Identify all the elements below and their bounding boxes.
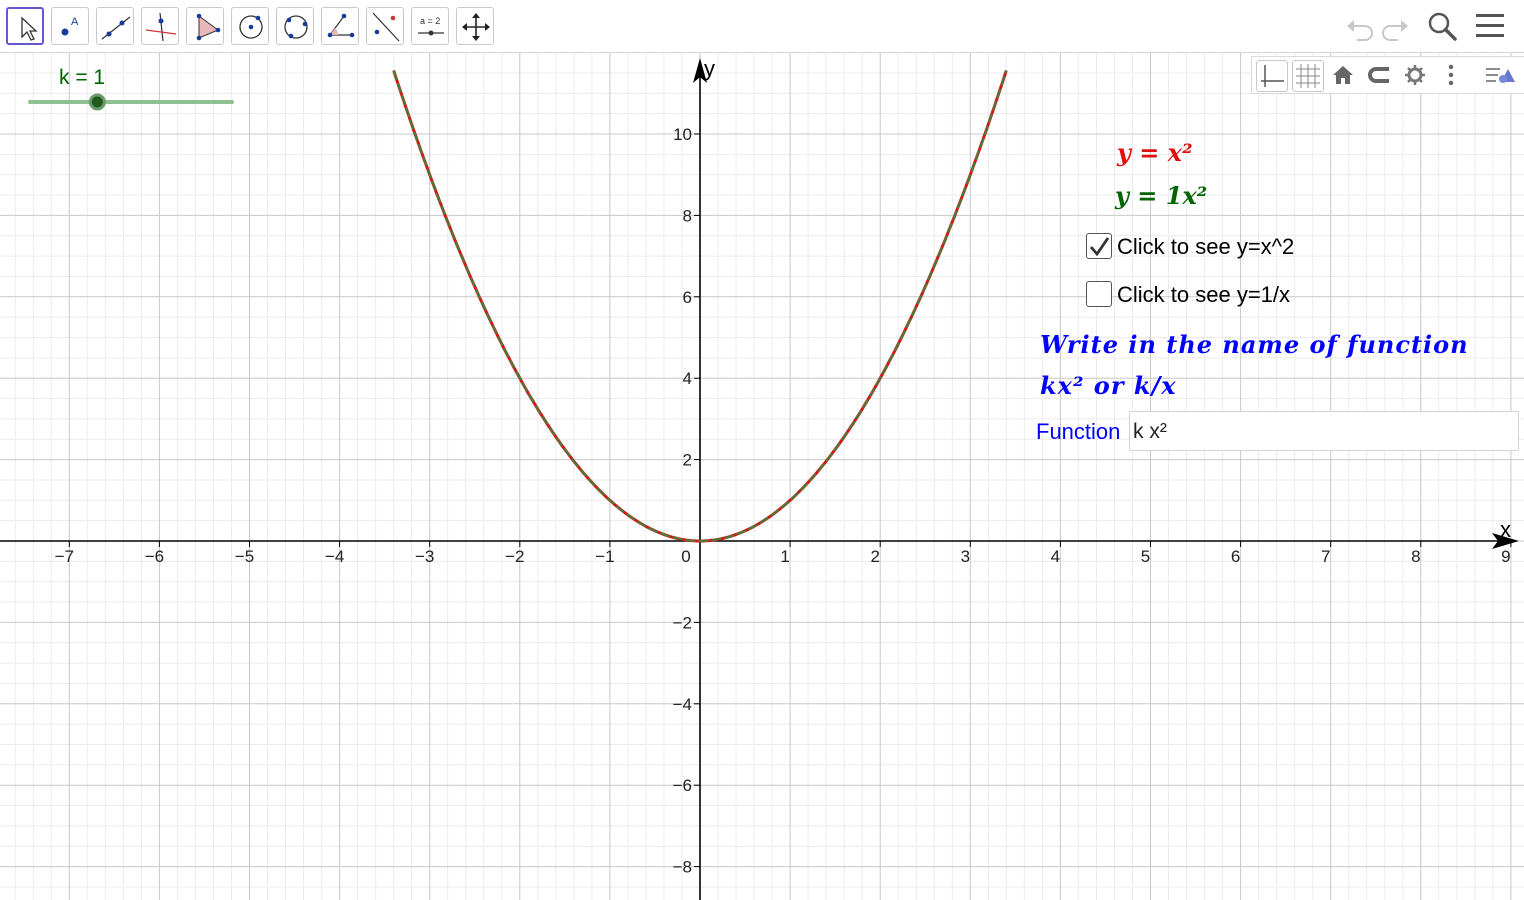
- show-axes-button[interactable]: [1256, 60, 1288, 92]
- x-tick-label: 9: [1501, 547, 1510, 566]
- x-tick-label: 0: [681, 547, 690, 566]
- x-tick-label: −3: [415, 547, 434, 566]
- show-grid-button[interactable]: [1292, 60, 1324, 92]
- equation-y-equals-kx-squared: y = 1x²: [1115, 181, 1208, 210]
- checkmark-icon: [1089, 237, 1110, 257]
- checkbox-label-x-squared[interactable]: Click to see y=x^2: [1117, 234, 1294, 260]
- more-options-button[interactable]: [1436, 60, 1468, 92]
- slider-knob[interactable]: [88, 93, 106, 111]
- y-tick-label: −4: [673, 695, 692, 714]
- x-tick-label: 8: [1411, 547, 1420, 566]
- gear-icon: [1405, 65, 1425, 85]
- undo-icon[interactable]: [1343, 8, 1375, 44]
- graphics-view[interactable]: xy −7 −6 −5 −4 −3 −2 −1 0 1 2 3 4 5 6 7 8 9 10 8 6 4 2 −2 −4 −6−…: [0, 53, 1524, 900]
- menu-icon[interactable]: [1474, 8, 1506, 44]
- show-axes-icon: [1261, 65, 1284, 87]
- style-bar-toggle-icon: [1486, 68, 1515, 83]
- x-tick-label: 2: [870, 547, 879, 566]
- y-tick-label: 6: [683, 288, 692, 307]
- y-tick-label: −6: [673, 776, 692, 795]
- show-grid-icon: [1296, 64, 1320, 88]
- x-tick-label: −2: [505, 547, 524, 566]
- x-tick-label: −4: [325, 547, 344, 566]
- move-arrows-icon: [462, 13, 490, 41]
- circle-three-points-icon: [284, 15, 308, 39]
- minor-grid: [0, 53, 1524, 900]
- x-tick-label: 4: [1051, 547, 1060, 566]
- x-tick-label: 1: [780, 547, 789, 566]
- more-vertical-icon: [1448, 64, 1454, 86]
- checkbox-label-reciprocal[interactable]: Click to see y=1/x: [1117, 282, 1290, 308]
- graphics-style-bar: [1251, 56, 1524, 94]
- instruction-line-1: Write in the name of function: [1040, 330, 1469, 359]
- x-tick-label: −6: [145, 547, 164, 566]
- y-tick-label: 10: [673, 125, 692, 144]
- checkbox-show-x-squared[interactable]: [1086, 233, 1112, 259]
- instruction-line-2: kx² or k/x: [1040, 371, 1177, 400]
- major-grid: [0, 53, 1524, 900]
- axes: xy: [0, 56, 1519, 900]
- k-slider[interactable]: [0, 0, 260, 120]
- style-bar-toggle-button[interactable]: [1484, 60, 1516, 92]
- function-input-label: Function: [1036, 419, 1121, 444]
- x-tick-label: 6: [1231, 547, 1240, 566]
- x-axis-label: x: [1500, 517, 1511, 542]
- reflect-line-icon: [372, 12, 400, 42]
- settings-button[interactable]: [1400, 60, 1432, 92]
- circle-three-points-tool-button[interactable]: [276, 7, 314, 45]
- y-tick-label: 2: [683, 451, 692, 470]
- checkbox-show-reciprocal[interactable]: [1086, 281, 1112, 307]
- x-tick-label: −1: [595, 547, 614, 566]
- reflect-tool-button[interactable]: [366, 7, 404, 45]
- x-tick-label: 5: [1141, 547, 1150, 566]
- home-icon: [1333, 66, 1353, 84]
- angle-tool-button[interactable]: [321, 7, 359, 45]
- home-button[interactable]: [1328, 60, 1360, 92]
- slider-tool-button[interactable]: a = 2: [411, 7, 449, 45]
- x-tick-label: −7: [55, 547, 74, 566]
- y-tick-label: −2: [673, 613, 692, 632]
- coordinate-plane[interactable]: xy −7 −6 −5 −4 −3 −2 −1 0 1 2 3 4 5 6 7 8 9108642−2−4−6−…: [0, 53, 1524, 900]
- equation-y-equals-x-squared: y = x²: [1117, 138, 1193, 167]
- slider-tool-label: a = 2: [420, 16, 440, 26]
- y-tick-label: −8: [673, 858, 692, 877]
- y-tick-label: 8: [683, 206, 692, 225]
- angle-icon: [327, 13, 355, 38]
- point-capturing-icon: [1368, 67, 1389, 83]
- function-input-field[interactable]: k x²: [1129, 411, 1519, 451]
- x-tick-label: 3: [961, 547, 970, 566]
- y-axis-label: y: [704, 56, 715, 81]
- slider-icon: a = 2: [418, 16, 444, 36]
- move-graphics-view-tool-button[interactable]: [456, 7, 494, 45]
- x-tick-label: −5: [235, 547, 254, 566]
- search-icon[interactable]: [1426, 8, 1460, 44]
- point-capturing-button[interactable]: [1364, 60, 1396, 92]
- function-input-value: k x²: [1133, 420, 1167, 443]
- redo-icon[interactable]: [1380, 8, 1412, 44]
- x-tick-label: 7: [1321, 547, 1330, 566]
- y-tick-label: 4: [683, 369, 692, 388]
